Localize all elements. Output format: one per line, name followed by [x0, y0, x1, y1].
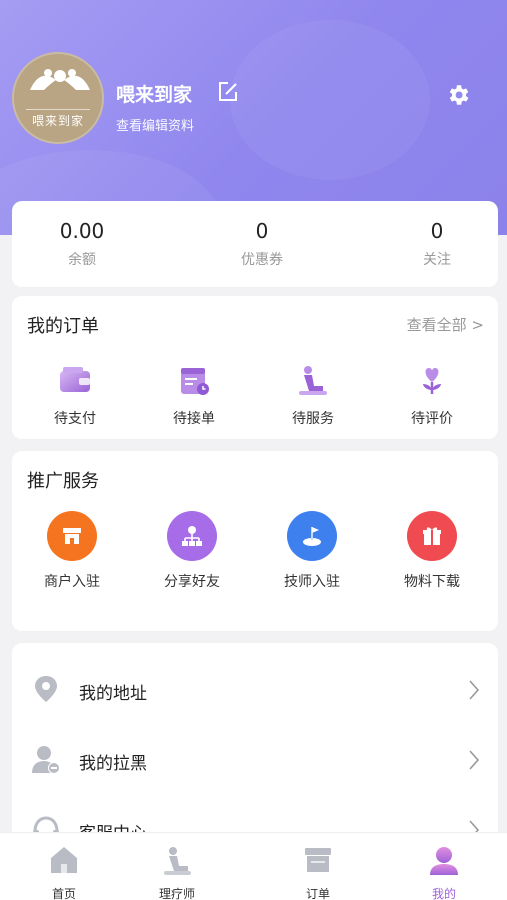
follow-label: 关注 — [423, 252, 451, 268]
tab-home[interactable]: 首页 — [14, 843, 114, 900]
edit-profile-link[interactable]: 查看编辑资料 — [116, 115, 194, 134]
store-icon — [63, 528, 81, 544]
order-pending-payment[interactable]: 待支付 — [35, 362, 115, 428]
share-friends-label: 分享好友 — [164, 574, 220, 590]
see-all-orders-link[interactable]: 查看全部 > — [407, 314, 484, 335]
bottom-tab-bar: 首页 理疗师 订单 我的 — [0, 832, 507, 900]
avatar[interactable]: 喂来到家 — [12, 52, 104, 144]
wallet-stats-card: 0.00 余额 0 优惠券 0 关注 — [12, 201, 498, 287]
user-name: 喂来到家 — [116, 84, 193, 106]
coupon-value: 0 — [255, 219, 269, 243]
orders-title: 我的订单 — [27, 316, 99, 337]
edit-icon[interactable] — [216, 80, 240, 104]
flag-icon — [303, 527, 321, 546]
wallet-icon — [60, 367, 90, 392]
menu-item-address[interactable]: 我的地址 — [12, 655, 498, 725]
my-orders-card: 我的订单 查看全部 > 待支付 待接单 待服务 待评价 — [12, 296, 498, 439]
profile-icon — [430, 847, 458, 875]
material-download-button[interactable]: 物料下载 — [387, 511, 477, 591]
material-download-circle — [407, 511, 457, 561]
technician-join-button[interactable]: 技师入驻 — [267, 511, 357, 591]
avatar-divider — [26, 109, 90, 110]
balance-label: 余额 — [68, 252, 96, 268]
location-pin-icon — [35, 676, 57, 702]
material-download-label: 物料下载 — [404, 574, 460, 590]
tab-orders-label: 订单 — [305, 887, 330, 900]
header-decoration — [230, 20, 430, 180]
calendar-clock-icon — [181, 368, 209, 395]
tab-orders[interactable]: 订单 — [268, 843, 368, 900]
menu-item-blacklist-label: 我的拉黑 — [79, 754, 147, 774]
order-awaiting-review[interactable]: 待评价 — [392, 362, 472, 428]
massage-icon — [299, 366, 327, 395]
merchant-join-label: 商户入驻 — [44, 574, 100, 590]
share-friends-circle — [167, 511, 217, 561]
menu-item-address-label: 我的地址 — [79, 684, 147, 704]
order-awaiting-service[interactable]: 待服务 — [273, 362, 353, 428]
user-block-icon — [32, 746, 60, 774]
order-awaiting-acceptance[interactable]: 待接单 — [154, 362, 234, 428]
balance-stat[interactable]: 0.00 余额 — [12, 219, 152, 269]
tab-mine[interactable]: 我的 — [394, 843, 494, 900]
tab-mine-label: 我的 — [431, 887, 456, 900]
follow-value: 0 — [430, 219, 444, 243]
order-awaiting-acceptance-label: 待接单 — [173, 411, 215, 427]
coupon-label: 优惠券 — [241, 252, 283, 268]
therapist-icon — [164, 847, 191, 875]
promotion-title: 推广服务 — [27, 471, 99, 492]
order-pending-payment-label: 待支付 — [54, 411, 96, 427]
technician-join-label: 技师入驻 — [284, 574, 340, 590]
gear-icon[interactable] — [445, 82, 471, 108]
tab-therapist-label: 理疗师 — [158, 887, 195, 900]
order-store-icon — [305, 848, 331, 872]
promotion-services-card: 推广服务 商户入驻 分享好友 技师入驻 物料下载 — [12, 451, 498, 631]
home-icon — [51, 847, 77, 873]
chevron-right-icon — [469, 750, 480, 770]
coupon-stat[interactable]: 0 优惠券 — [192, 219, 332, 269]
share-friends-button[interactable]: 分享好友 — [147, 511, 237, 591]
order-awaiting-review-label: 待评价 — [411, 411, 453, 427]
follow-stat[interactable]: 0 关注 — [367, 219, 507, 269]
order-awaiting-service-label: 待服务 — [292, 411, 334, 427]
tab-home-label: 首页 — [51, 887, 76, 900]
network-icon — [182, 526, 202, 546]
tab-therapist[interactable]: 理疗师 — [127, 843, 227, 900]
flower-heart-icon — [423, 368, 441, 394]
technician-join-circle — [287, 511, 337, 561]
menu-item-blacklist[interactable]: 我的拉黑 — [12, 725, 498, 795]
chevron-right-icon — [469, 680, 480, 700]
merchant-join-circle — [47, 511, 97, 561]
balance-value: 0.00 — [59, 219, 105, 243]
merchant-join-button[interactable]: 商户入驻 — [27, 511, 117, 591]
gift-icon — [423, 527, 441, 545]
avatar-logo-text: 喂来到家 — [31, 114, 84, 128]
